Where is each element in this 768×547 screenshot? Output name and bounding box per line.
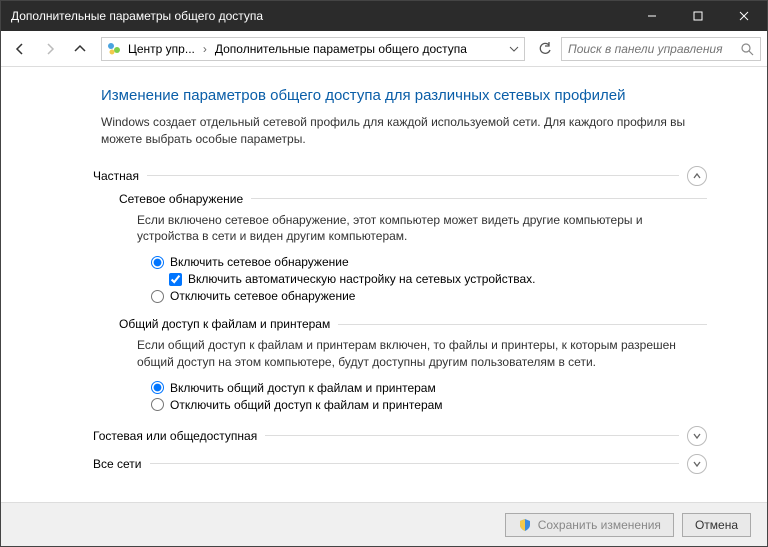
footer: Сохранить изменения Отмена [1,502,767,546]
section-all-networks[interactable]: Все сети [93,454,707,474]
radio-discovery-off-input[interactable] [151,290,164,303]
radio-sharing-off[interactable]: Отключить общий доступ к файлам и принте… [151,398,707,412]
section-private-label: Частная [93,169,139,183]
breadcrumb[interactable]: Центр упр... › Дополнительные параметры … [101,37,525,61]
chevron-up-icon[interactable] [687,166,707,186]
breadcrumb-seg-2[interactable]: Дополнительные параметры общего доступа [211,42,471,56]
radio-discovery-off[interactable]: Отключить сетевое обнаружение [151,289,707,303]
subsection-discovery: Сетевое обнаружение Если включено сетево… [119,192,707,304]
cancel-button[interactable]: Отмена [682,513,751,537]
back-button[interactable] [7,36,33,62]
sharing-title: Общий доступ к файлам и принтерам [119,317,330,331]
close-button[interactable] [721,1,767,31]
breadcrumb-seg-1[interactable]: Центр упр... [124,42,199,56]
section-guest[interactable]: Гостевая или общедоступная [93,426,707,446]
chevron-right-icon: › [201,42,209,56]
up-button[interactable] [67,36,93,62]
network-icon [106,41,122,57]
radio-discovery-on-input[interactable] [151,256,164,269]
breadcrumb-dropdown-icon[interactable] [506,40,522,58]
forward-button[interactable] [37,36,63,62]
sharing-desc: Если общий доступ к файлам и принтерам в… [137,337,707,371]
window-title: Дополнительные параметры общего доступа [11,9,629,23]
navbar: Центр упр... › Дополнительные параметры … [1,31,767,67]
radio-sharing-off-input[interactable] [151,398,164,411]
maximize-button[interactable] [675,1,721,31]
check-auto-config[interactable]: Включить автоматическую настройку на сет… [169,272,707,286]
section-all-label: Все сети [93,457,142,471]
section-private[interactable]: Частная [93,166,707,186]
discovery-title: Сетевое обнаружение [119,192,243,206]
content-area: Изменение параметров общего доступа для … [1,67,767,502]
chevron-down-icon[interactable] [687,426,707,446]
refresh-button[interactable] [533,37,557,61]
minimize-button[interactable] [629,1,675,31]
discovery-desc: Если включено сетевое обнаружение, этот … [137,212,707,246]
section-guest-label: Гостевая или общедоступная [93,429,257,443]
check-auto-config-input[interactable] [169,273,182,286]
radio-sharing-on[interactable]: Включить общий доступ к файлам и принтер… [151,381,707,395]
page-heading: Изменение параметров общего доступа для … [101,87,707,104]
chevron-down-icon[interactable] [687,454,707,474]
titlebar: Дополнительные параметры общего доступа [1,1,767,31]
radio-discovery-on[interactable]: Включить сетевое обнаружение [151,255,707,269]
shield-icon [518,518,532,532]
search-input[interactable] [568,42,728,56]
save-button[interactable]: Сохранить изменения [505,513,674,537]
search-box[interactable] [561,37,761,61]
search-icon [740,42,754,56]
page-description: Windows создает отдельный сетевой профил… [101,114,707,148]
subsection-sharing: Общий доступ к файлам и принтерам Если о… [119,317,707,412]
radio-sharing-on-input[interactable] [151,381,164,394]
